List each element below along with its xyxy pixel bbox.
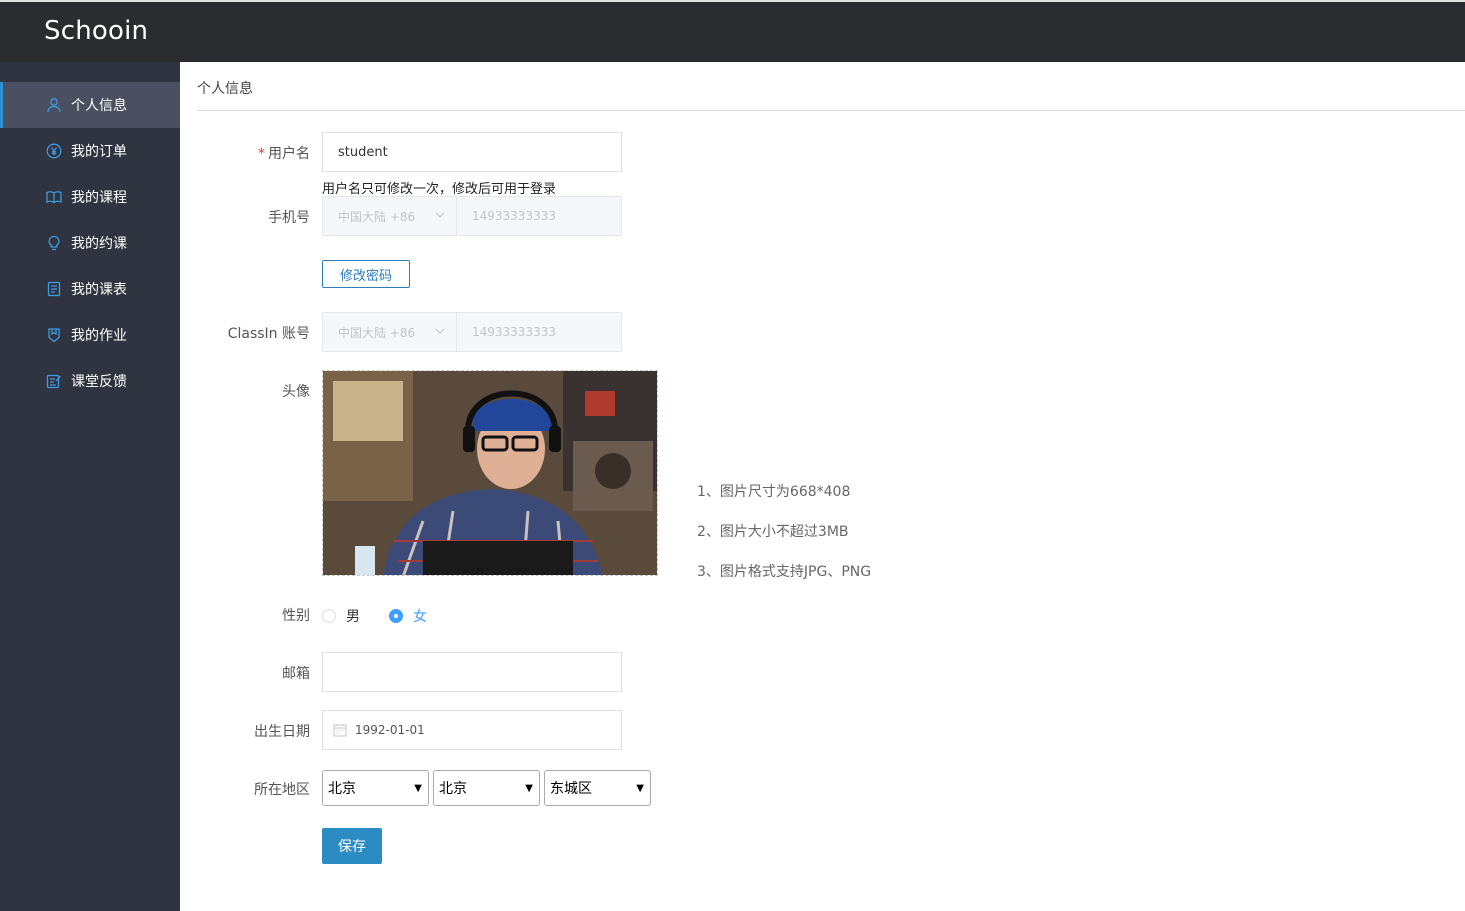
- radio-circle: [322, 609, 336, 623]
- schedule-icon: [46, 281, 62, 297]
- sidebar-item-schedule[interactable]: 我的课表: [0, 266, 180, 312]
- sidebar-item-label: 我的课程: [71, 190, 127, 206]
- classin-label: ClassIn 账号: [227, 326, 310, 342]
- sidebar: 个人信息 我的订单 我的课程 我的约课 我的课表 我的作业 课堂反馈: [0, 62, 180, 911]
- radio-circle: [389, 609, 403, 623]
- gender-label: 性别: [282, 608, 310, 624]
- bulb-icon: [46, 235, 62, 251]
- birthday-label: 出生日期: [254, 724, 310, 740]
- feedback-icon: [46, 373, 62, 389]
- book-icon: [46, 189, 62, 205]
- district-select[interactable]: 东城区 ▼: [544, 770, 651, 806]
- sidebar-item-bookings[interactable]: 我的约课: [0, 220, 180, 266]
- sidebar-item-label: 个人信息: [71, 98, 127, 114]
- calendar-icon: [333, 724, 347, 737]
- email-input[interactable]: [322, 652, 622, 692]
- main-content: 个人信息 * 用户名 student 用户名只可修改一次，修改后可用于登录 手机号…: [180, 62, 1465, 911]
- avatar-tip: 3、图片格式支持JPG、PNG: [697, 564, 872, 580]
- avatar-tip: 2、图片大小不超过3MB: [697, 524, 849, 540]
- sidebar-item-label: 我的作业: [71, 328, 127, 344]
- chevron-down-icon: [435, 328, 445, 334]
- chevron-down-icon: [435, 212, 445, 218]
- breadcrumb: 个人信息: [197, 81, 253, 97]
- email-label: 邮箱: [282, 666, 310, 682]
- classin-number-input[interactable]: 14933333333: [457, 313, 621, 351]
- phone-label: 手机号: [268, 210, 310, 226]
- homework-icon: [46, 327, 62, 343]
- phone-number-input[interactable]: 14933333333: [457, 197, 621, 235]
- yen-icon: [46, 143, 62, 159]
- avatar-image: [323, 371, 657, 575]
- sidebar-item-orders[interactable]: 我的订单: [0, 128, 180, 174]
- gender-female-radio[interactable]: 女: [389, 606, 427, 626]
- brand-logo[interactable]: Schooin: [44, 16, 148, 46]
- sidebar-item-label: 课堂反馈: [71, 374, 127, 390]
- classin-field: 中国大陆 +86 14933333333: [322, 312, 622, 352]
- region-label: 所在地区: [254, 782, 310, 798]
- sidebar-item-feedback[interactable]: 课堂反馈: [0, 358, 180, 404]
- save-button[interactable]: 保存: [322, 828, 382, 864]
- top-bar: Schooin: [0, 0, 1465, 62]
- sidebar-item-homework[interactable]: 我的作业: [0, 312, 180, 358]
- dropdown-arrow-icon: ▼: [525, 783, 533, 794]
- header-divider: [197, 110, 1465, 111]
- username-input[interactable]: student: [322, 132, 622, 172]
- gender-male-radio[interactable]: 男: [322, 606, 360, 626]
- avatar-upload[interactable]: [322, 370, 658, 576]
- dropdown-arrow-icon: ▼: [636, 783, 644, 794]
- username-label: * 用户名: [258, 146, 310, 162]
- user-icon: [46, 97, 62, 113]
- sidebar-item-label: 我的课表: [71, 282, 127, 298]
- phone-country-select[interactable]: 中国大陆 +86: [323, 197, 457, 235]
- birthday-input[interactable]: 1992-01-01: [322, 710, 622, 750]
- required-mark: *: [258, 146, 265, 162]
- province-select[interactable]: 北京 ▼: [322, 770, 429, 806]
- avatar-label: 头像: [282, 384, 310, 400]
- classin-country-select[interactable]: 中国大陆 +86: [323, 313, 457, 351]
- username-hint: 用户名只可修改一次，修改后可用于登录: [322, 182, 557, 197]
- sidebar-item-label: 我的订单: [71, 144, 127, 160]
- city-select[interactable]: 北京 ▼: [433, 770, 540, 806]
- avatar-tip: 1、图片尺寸为668*408: [697, 484, 851, 500]
- dropdown-arrow-icon: ▼: [414, 783, 422, 794]
- sidebar-item-courses[interactable]: 我的课程: [0, 174, 180, 220]
- sidebar-item-label: 我的约课: [71, 236, 127, 252]
- sidebar-item-profile[interactable]: 个人信息: [0, 82, 180, 128]
- phone-field: 中国大陆 +86 14933333333: [322, 196, 622, 236]
- change-password-button[interactable]: 修改密码: [322, 260, 410, 288]
